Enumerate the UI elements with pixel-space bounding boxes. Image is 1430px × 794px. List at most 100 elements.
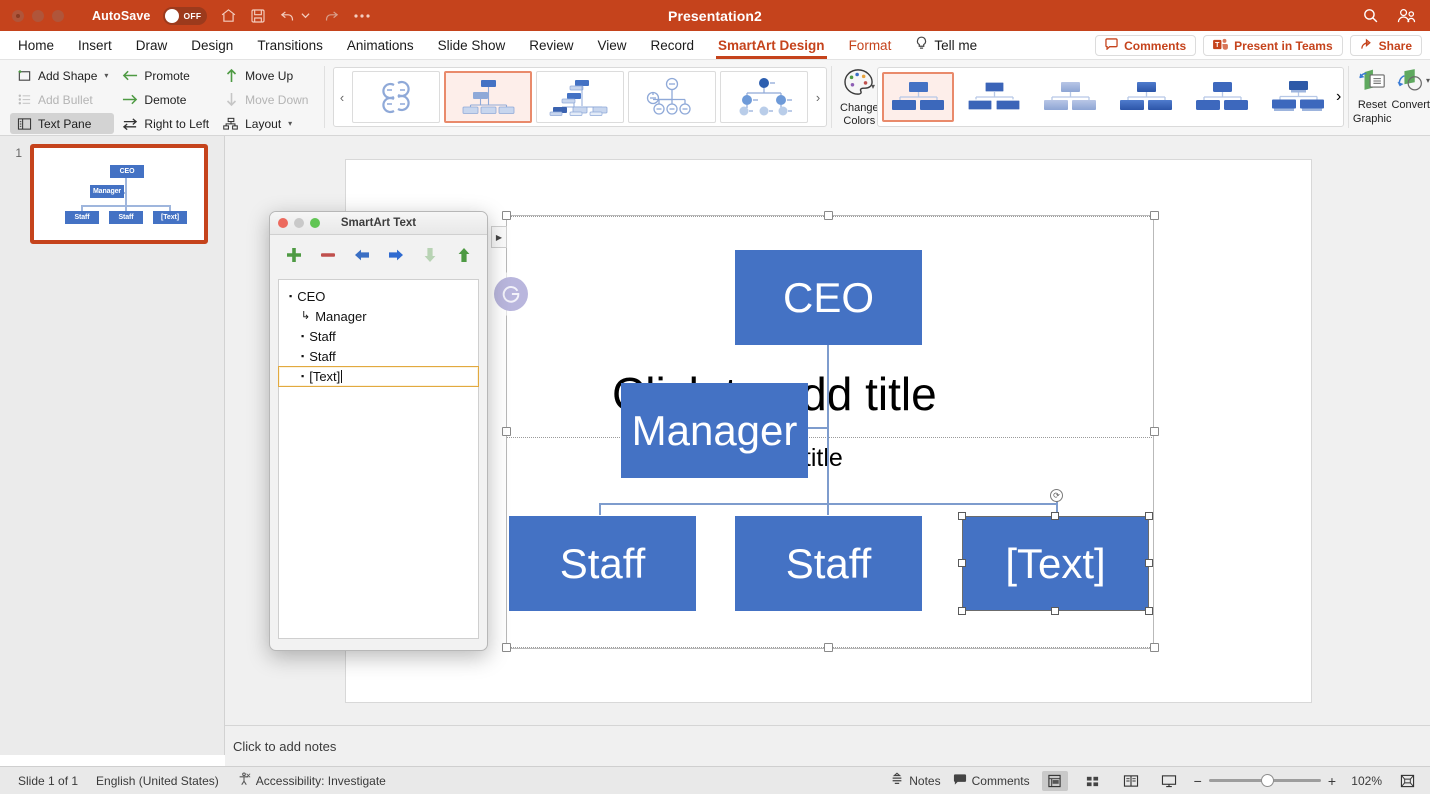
smartart-text-pane-window[interactable]: SmartArt Text ▪ CEO ↳ Manager ▪ Staff ▪ … xyxy=(269,211,488,651)
tab-draw[interactable]: Draw xyxy=(124,31,180,60)
text-list-item-text-editing[interactable]: ▪ [Text] xyxy=(278,366,479,387)
fit-slide-icon[interactable] xyxy=(1394,771,1420,791)
more-icon[interactable] xyxy=(353,13,371,19)
layout-gallery-item-half-circle-org[interactable] xyxy=(628,71,717,123)
zoom-slider[interactable]: − + xyxy=(1194,773,1336,789)
language-label[interactable]: English (United States) xyxy=(96,774,219,788)
smartart-handle-mr[interactable] xyxy=(1150,427,1159,436)
account-icon[interactable] xyxy=(1397,7,1416,24)
node-handle-tc[interactable] xyxy=(1051,512,1059,520)
comments-button[interactable]: Comments xyxy=(1095,35,1197,56)
node-handle-ml[interactable] xyxy=(958,559,966,567)
tab-record[interactable]: Record xyxy=(639,31,707,60)
layout-gallery-item-cycle[interactable] xyxy=(352,71,441,123)
change-colors-button[interactable]: Change Colors xyxy=(840,60,879,127)
autosave-toggle[interactable]: OFF xyxy=(163,6,208,25)
zoom-in-button[interactable]: + xyxy=(1328,773,1336,789)
save-icon[interactable] xyxy=(250,8,266,24)
smartart-handle-tr[interactable] xyxy=(1150,211,1159,220)
smartart-handle-br[interactable] xyxy=(1150,643,1159,652)
up-arrow-icon[interactable] xyxy=(455,246,473,269)
text-pane-button[interactable]: Text Pane xyxy=(10,113,115,134)
text-list-item-staff-2[interactable]: ▪ Staff xyxy=(279,346,478,366)
reset-graphic-button[interactable]: Reset Graphic xyxy=(1353,60,1391,125)
tab-smartart-design[interactable]: SmartArt Design xyxy=(706,31,837,60)
smartart-node-staff-1[interactable]: Staff xyxy=(509,516,696,611)
layout-gallery-item-name-and-title-org-chart[interactable] xyxy=(536,71,625,123)
home-icon[interactable] xyxy=(220,7,237,24)
smartart-handle-ml[interactable] xyxy=(502,427,511,436)
notes-button[interactable]: Notes xyxy=(890,772,941,789)
move-up-button[interactable]: Move Up xyxy=(217,65,314,86)
undo-icon[interactable] xyxy=(279,7,296,24)
accessibility-status[interactable]: Accessibility: Investigate xyxy=(237,772,386,789)
plus-icon[interactable] xyxy=(285,246,303,269)
smartart-node-staff-2[interactable]: Staff xyxy=(735,516,922,611)
tab-animations[interactable]: Animations xyxy=(335,31,426,60)
text-list-item-staff-1[interactable]: ▪ Staff xyxy=(279,326,478,346)
tab-home[interactable]: Home xyxy=(6,31,66,60)
notes-pane[interactable]: Click to add notes xyxy=(225,725,1430,766)
minus-icon[interactable] xyxy=(319,246,337,269)
tab-design[interactable]: Design xyxy=(179,31,245,60)
chevron-left-icon[interactable]: ‹ xyxy=(334,68,350,126)
zoom-track[interactable] xyxy=(1208,774,1321,787)
convert-button[interactable]: Convert xyxy=(1391,60,1430,111)
tab-transitions[interactable]: Transitions xyxy=(245,31,335,60)
rotate-handle[interactable]: ⟳ xyxy=(1050,489,1063,502)
text-list-item-ceo[interactable]: ▪ CEO xyxy=(279,286,478,306)
layout-gallery-item-circle-picture-hierarchy[interactable] xyxy=(720,71,809,123)
slide-sorter-icon[interactable] xyxy=(1080,771,1106,791)
slide-thumbnail-1[interactable]: CEO Manager Staff Staff [Text] xyxy=(30,144,208,244)
node-handle-bl[interactable] xyxy=(958,607,966,615)
add-shape-button[interactable]: Add Shape ▾ xyxy=(10,65,114,86)
right-arrow-icon[interactable] xyxy=(387,246,405,269)
tab-format[interactable]: Format xyxy=(837,31,904,60)
tab-slide-show[interactable]: Slide Show xyxy=(426,31,518,60)
zoom-level-label[interactable]: 102% xyxy=(1348,774,1382,788)
smartart-node-manager[interactable]: Manager xyxy=(621,383,808,478)
maximize-window-button[interactable] xyxy=(52,9,64,22)
node-handle-tl[interactable] xyxy=(958,512,966,520)
tab-insert[interactable]: Insert xyxy=(66,31,124,60)
smartart-handle-tl[interactable] xyxy=(502,211,511,220)
redo-icon[interactable] xyxy=(323,7,340,24)
chevron-down-icon[interactable]: ▾ xyxy=(871,82,875,91)
normal-view-icon[interactable] xyxy=(1041,770,1068,791)
smartart-handle-bl[interactable] xyxy=(502,643,511,652)
tell-me-button[interactable]: Tell me xyxy=(903,31,989,60)
undo-dropdown-icon[interactable] xyxy=(301,11,311,20)
demote-button[interactable]: Demote xyxy=(116,89,215,110)
style-item-simple-fill[interactable] xyxy=(882,72,955,122)
style-item-white-outline[interactable] xyxy=(958,72,1030,122)
style-item-intense-effect[interactable] xyxy=(1186,72,1258,122)
chevron-right-icon[interactable]: › xyxy=(810,68,826,126)
grammarly-icon[interactable] xyxy=(494,277,528,311)
chevron-down-icon[interactable]: ▾ xyxy=(288,119,292,128)
right-to-left-button[interactable]: Right to Left xyxy=(116,113,215,134)
promote-button[interactable]: Promote xyxy=(116,65,215,86)
layout-gallery-item-organization-chart[interactable] xyxy=(444,71,533,123)
node-handle-br[interactable] xyxy=(1145,607,1153,615)
tab-review[interactable]: Review xyxy=(517,31,585,60)
style-item-polished[interactable] xyxy=(1262,72,1334,122)
smartart-handle-bc[interactable] xyxy=(824,643,833,652)
chevron-down-icon[interactable]: ▾ xyxy=(1426,76,1430,85)
smartart-handle-tc[interactable] xyxy=(824,211,833,220)
layout-button[interactable]: Layout ▾ xyxy=(217,113,314,134)
left-arrow-icon[interactable] xyxy=(353,246,371,269)
node-handle-mr[interactable] xyxy=(1145,559,1153,567)
smartart-text-list[interactable]: ▪ CEO ↳ Manager ▪ Staff ▪ Staff ▪ [Text] xyxy=(278,279,479,639)
slide-thumbnail-row[interactable]: 1 CEO Manager Staff Staff [Text] xyxy=(0,136,224,244)
reading-view-icon[interactable] xyxy=(1118,771,1144,791)
share-button[interactable]: Share xyxy=(1349,35,1422,56)
tab-view[interactable]: View xyxy=(585,31,638,60)
smartart-node-text-selected[interactable]: [Text] xyxy=(962,516,1149,611)
minimize-window-button[interactable] xyxy=(32,9,44,22)
zoom-out-button[interactable]: − xyxy=(1194,773,1202,789)
smartart-node-ceo[interactable]: CEO xyxy=(735,250,922,345)
text-list-item-manager[interactable]: ↳ Manager xyxy=(279,306,478,326)
node-handle-tr[interactable] xyxy=(1145,512,1153,520)
chevron-right-icon[interactable]: › xyxy=(1336,88,1341,106)
present-in-teams-button[interactable]: T Present in Teams xyxy=(1203,35,1343,56)
